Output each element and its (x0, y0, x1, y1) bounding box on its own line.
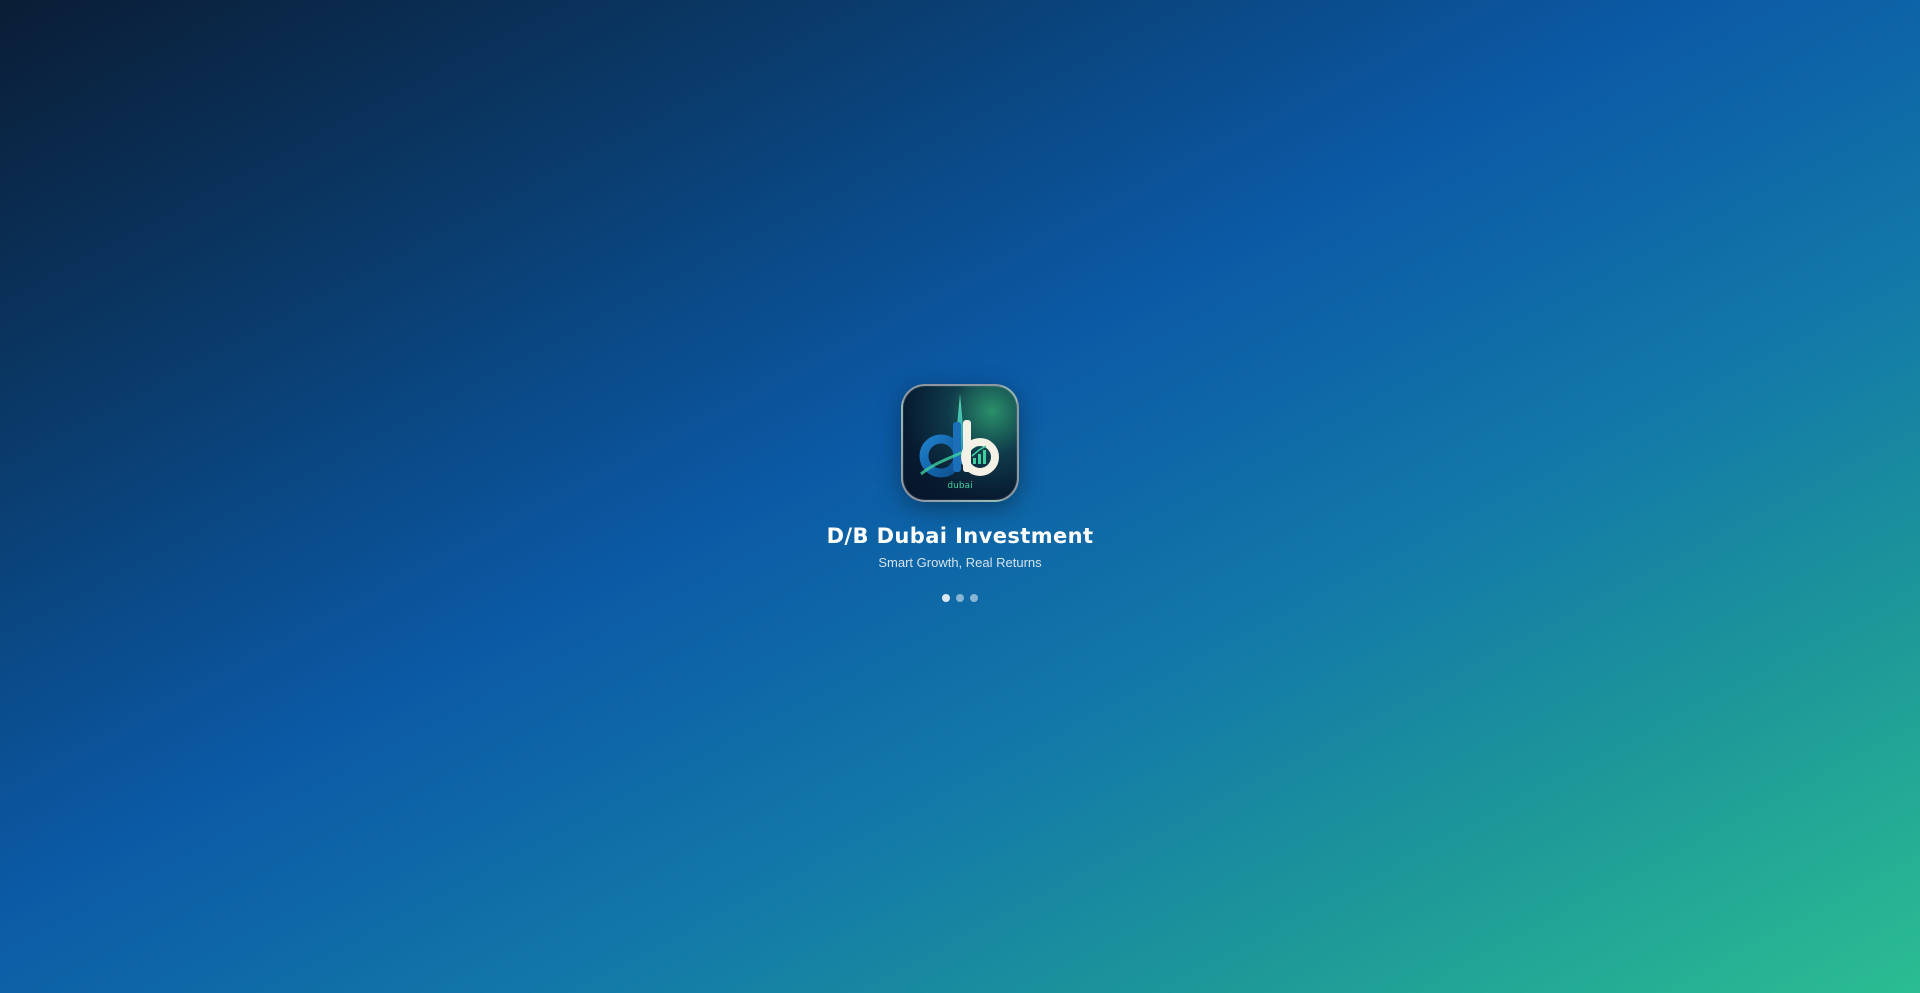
loading-dot (956, 594, 964, 602)
app-logo: dubai (901, 384, 1019, 502)
loading-dot (970, 594, 978, 602)
loading-dot (942, 594, 950, 602)
db-logo-icon: dubai (919, 394, 999, 491)
app-tagline: Smart Growth, Real Returns (878, 555, 1042, 570)
logo-wordmark: dubai (947, 481, 972, 491)
app-title: D/B Dubai Investment (826, 524, 1094, 548)
splash-screen: dubai D/B Dubai Investment Smart Growth,… (0, 0, 1920, 993)
loading-indicator (942, 594, 978, 602)
